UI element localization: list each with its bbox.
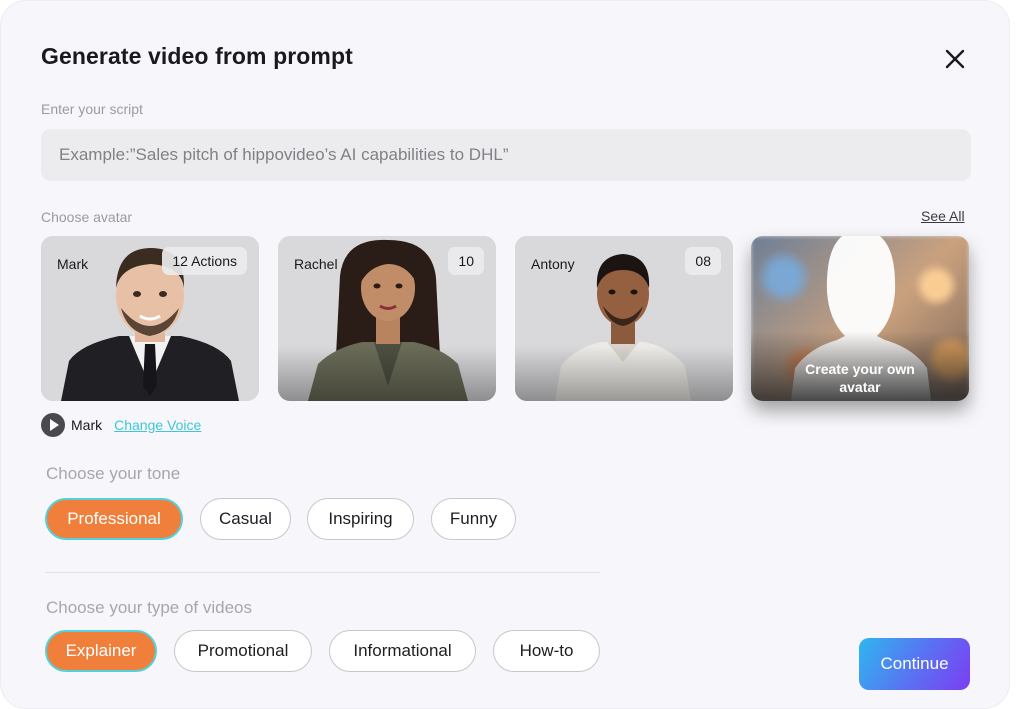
avatar-card-antony[interactable]: Antony 08 xyxy=(515,236,733,401)
video-type-option-how-to[interactable]: How-to xyxy=(493,630,600,672)
avatar-label: Choose avatar xyxy=(41,209,133,225)
see-all-link[interactable]: See All xyxy=(921,208,965,224)
avatar-actions-badge: 08 xyxy=(685,247,721,275)
change-voice-link[interactable]: Change Voice xyxy=(114,417,201,433)
video-type-label: Choose your type of videos xyxy=(46,598,253,617)
video-type-option-promotional[interactable]: Promotional xyxy=(174,630,312,672)
play-icon[interactable] xyxy=(41,413,65,437)
tone-option-casual[interactable]: Casual xyxy=(200,498,291,540)
avatar-card-mark[interactable]: Mark 12 Actions xyxy=(41,236,259,401)
avatar-actions-badge: 12 Actions xyxy=(162,247,247,275)
avatar-name: Rachel xyxy=(294,256,338,272)
avatar-name: Mark xyxy=(57,256,89,272)
modal-title: Generate video from prompt xyxy=(41,43,353,69)
card-shade xyxy=(515,346,733,401)
avatar-actions-badge: 10 xyxy=(448,247,484,275)
close-icon[interactable] xyxy=(941,45,969,73)
create-own-avatar-label: Create your own avatar xyxy=(805,361,915,395)
avatar-name: Antony xyxy=(531,256,575,272)
continue-button[interactable]: Continue xyxy=(859,638,970,690)
tone-option-funny[interactable]: Funny xyxy=(431,498,516,540)
tone-option-professional[interactable]: Professional xyxy=(45,498,183,540)
tone-option-inspiring[interactable]: Inspiring xyxy=(307,498,414,540)
voice-name: Mark xyxy=(71,417,103,433)
card-shade xyxy=(278,346,496,401)
tone-label: Choose your tone xyxy=(46,464,181,483)
video-type-option-explainer[interactable]: Explainer xyxy=(45,630,157,672)
generate-video-modal: Generate video from prompt Enter your sc… xyxy=(0,0,1010,709)
script-label: Enter your script xyxy=(41,101,143,117)
avatar-card-rachel[interactable]: Rachel 10 xyxy=(278,236,496,401)
section-divider xyxy=(45,572,600,573)
voice-row: Mark Change Voice xyxy=(41,413,201,437)
video-type-option-informational[interactable]: Informational xyxy=(329,630,476,672)
create-own-avatar-card[interactable]: Create your own avatar xyxy=(751,236,969,401)
script-input[interactable] xyxy=(41,129,971,181)
